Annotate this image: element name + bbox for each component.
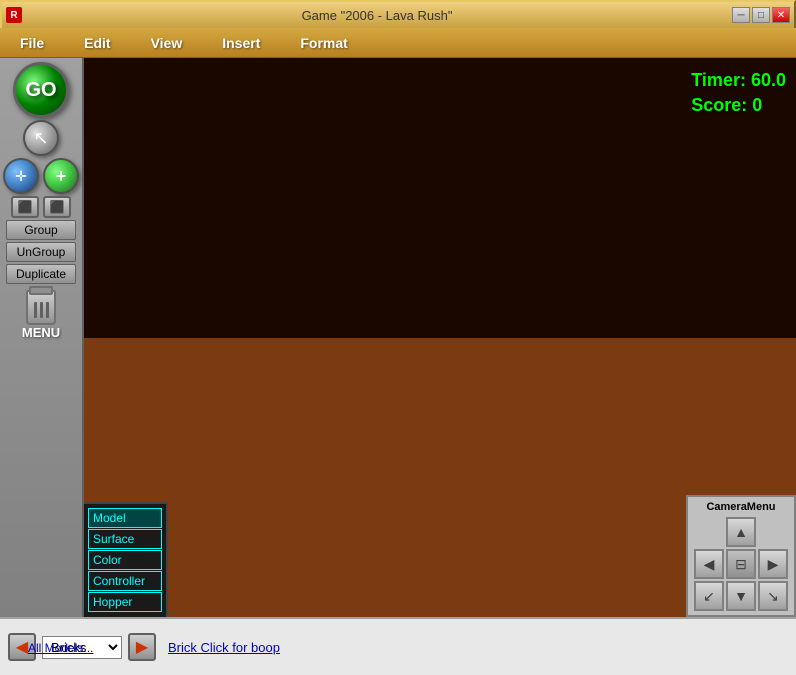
tab-model[interactable]: Model: [88, 508, 162, 528]
menu-format[interactable]: Format: [280, 31, 367, 55]
action-left-icon: ⬛: [18, 200, 33, 214]
cam-rotate-right-icon: ↘: [767, 588, 779, 605]
timer-score-display: Timer: 60.0 Score: 0: [691, 68, 786, 118]
cam-up-button[interactable]: ▲: [726, 517, 756, 547]
window-title: Game "2006 - Lava Rush": [302, 8, 453, 23]
trash-lines: [34, 302, 49, 318]
action-btn-right[interactable]: ⬛: [43, 196, 71, 218]
prev-arrow-icon: ◀: [16, 637, 28, 657]
game-canvas[interactable]: Timer: 60.0 Score: 0 Model Surface Color…: [84, 58, 796, 617]
cam-rotate-right-button[interactable]: ↘: [758, 581, 788, 611]
duplicate-button[interactable]: Duplicate: [6, 264, 76, 284]
restore-button[interactable]: □: [752, 7, 770, 23]
camera-menu-title: CameraMenu: [692, 501, 790, 513]
camera-controls: ▲ ◀ ⊟ ▶ ↙ ▼: [692, 517, 790, 611]
next-brick-button[interactable]: ▶: [128, 633, 156, 661]
all-models-link[interactable]: All Models...: [28, 641, 93, 655]
group-button[interactable]: Group: [6, 220, 76, 240]
brick-info-text[interactable]: Brick Click for boop: [168, 640, 280, 655]
cursor-tool-button[interactable]: ↖: [23, 120, 59, 156]
cam-right-button[interactable]: ▶: [758, 549, 788, 579]
cam-empty-tr: [758, 517, 788, 547]
app-icon: R: [6, 7, 22, 23]
next-arrow-icon: ▶: [136, 637, 148, 657]
trash-line-1: [34, 302, 37, 318]
cursor-icon: ↖: [33, 128, 48, 149]
panel-tabs: Model Surface Color Controller Hopper: [88, 508, 162, 613]
ungroup-button[interactable]: UnGroup: [6, 242, 76, 262]
menu-label: MENU: [22, 325, 60, 340]
action-row: ⬛ ⬛: [11, 196, 71, 218]
cam-right-icon: ▶: [768, 556, 779, 573]
move-icon: ✛: [15, 168, 27, 185]
tool-row: ✛ +: [3, 158, 79, 194]
tab-controller[interactable]: Controller: [88, 571, 162, 591]
game-bg-top: [84, 58, 796, 338]
trash-icon: [26, 290, 56, 325]
score-display: Score: 0: [691, 93, 786, 118]
go-button[interactable]: GO: [13, 62, 69, 118]
main-area: GO ↖ ✛ + ⬛ ⬛ Group UnGroup Duplicate: [0, 58, 796, 617]
cam-left-icon: ◀: [704, 556, 715, 573]
bottom-bar: ◀ Bricks Parts Models ▶ All Models... Br…: [0, 617, 796, 675]
menu-bar: File Edit View Insert Format: [0, 28, 796, 58]
cam-center-button[interactable]: ⊟: [726, 549, 756, 579]
window-controls: ─ □ ✕: [732, 7, 790, 23]
title-bar: R Game "2006 - Lava Rush" ─ □ ✕: [0, 0, 796, 28]
cam-rotate-left-icon: ↙: [703, 588, 715, 605]
menu-trash-button[interactable]: MENU: [22, 290, 60, 340]
minimize-button[interactable]: ─: [732, 7, 750, 23]
menu-insert[interactable]: Insert: [202, 31, 280, 55]
close-button[interactable]: ✕: [772, 7, 790, 23]
timer-display: Timer: 60.0: [691, 68, 786, 93]
cam-empty-tl: [694, 517, 724, 547]
action-right-icon: ⬛: [50, 200, 65, 214]
add-icon: +: [56, 166, 67, 187]
move-tool-button[interactable]: ✛: [3, 158, 39, 194]
action-btn-left[interactable]: ⬛: [11, 196, 39, 218]
cam-rotate-left-button[interactable]: ↙: [694, 581, 724, 611]
cam-down-button[interactable]: ▼: [726, 581, 756, 611]
cam-center-icon: ⊟: [735, 556, 747, 573]
bottom-left-area: ◀ Bricks Parts Models ▶ All Models...: [8, 633, 156, 661]
camera-menu: CameraMenu ▲ ◀ ⊟ ▶: [686, 495, 796, 617]
left-panel-bottom: Model Surface Color Controller Hopper: [84, 502, 168, 617]
trash-line-3: [46, 302, 49, 318]
tab-color[interactable]: Color: [88, 550, 162, 570]
tab-hopper[interactable]: Hopper: [88, 592, 162, 612]
cam-down-icon: ▼: [734, 588, 748, 604]
add-tool-button[interactable]: +: [43, 158, 79, 194]
cam-up-icon: ▲: [734, 524, 748, 540]
sidebar: GO ↖ ✛ + ⬛ ⬛ Group UnGroup Duplicate: [0, 58, 84, 617]
cam-left-button[interactable]: ◀: [694, 549, 724, 579]
menu-edit[interactable]: Edit: [64, 31, 130, 55]
trash-line-2: [40, 302, 43, 318]
menu-file[interactable]: File: [0, 31, 64, 55]
menu-view[interactable]: View: [131, 31, 203, 55]
tab-surface[interactable]: Surface: [88, 529, 162, 549]
